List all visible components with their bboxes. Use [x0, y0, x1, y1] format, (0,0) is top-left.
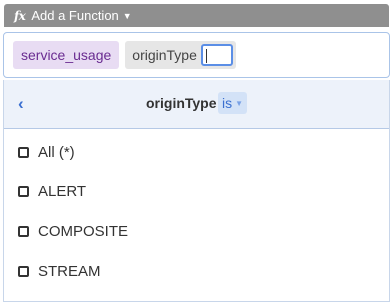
option-label: STREAM [38, 262, 101, 280]
operator-label: is [222, 95, 233, 111]
option-label: All (*) [38, 143, 75, 161]
chip-value-input[interactable] [200, 44, 233, 66]
option-stream[interactable]: STREAM [18, 260, 101, 282]
caret-down-icon: ▼ [122, 10, 132, 21]
checkbox-icon[interactable] [18, 265, 29, 277]
operator-select[interactable]: is ▼ [218, 92, 248, 114]
chip-origin-type-label: originType [132, 47, 197, 63]
option-label: ALERT [38, 182, 87, 200]
option-label: COMPOSITE [38, 222, 129, 240]
option-all[interactable]: All (*) [18, 141, 75, 163]
back-chevron-icon[interactable]: ‹ [18, 94, 24, 114]
value-dropdown: ‹ originType is ▼ All (*) ALERT COMPOSIT… [3, 80, 390, 302]
caret-down-icon: ▼ [235, 98, 244, 108]
query-input-bar[interactable]: service_usage originType [3, 32, 390, 78]
dropdown-header: ‹ originType is ▼ [4, 80, 389, 129]
text-cursor [205, 49, 207, 63]
checkbox-icon[interactable] [18, 225, 29, 237]
add-function-button[interactable]: fx Add a Function ▼ [4, 4, 389, 27]
chip-service-usage[interactable]: service_usage [13, 41, 120, 69]
checkbox-icon[interactable] [18, 185, 29, 197]
fx-icon: fx [14, 8, 26, 23]
add-function-label: Add a Function [31, 8, 119, 23]
chip-origin-type[interactable]: originType [125, 41, 236, 69]
checkbox-icon[interactable] [18, 146, 29, 158]
option-alert[interactable]: ALERT [18, 180, 86, 202]
dropdown-field-title: originType [146, 95, 217, 111]
option-composite[interactable]: COMPOSITE [18, 220, 128, 242]
